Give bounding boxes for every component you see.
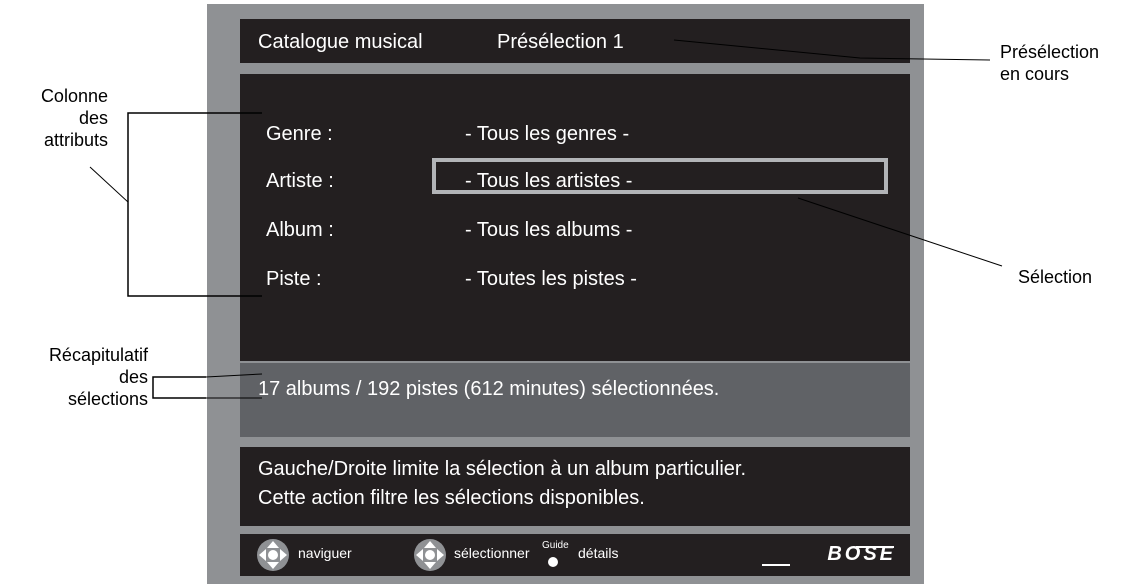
annotation-attribute-column: Colonne des attributs <box>0 85 108 151</box>
annotation-selection: Sélection <box>1018 267 1093 287</box>
annotation-selection-summary: Récapitulatif des sélections <box>0 344 148 410</box>
annotation-preset-line1: Présélection <box>1000 42 1100 62</box>
annotation-summary-line3: sélections <box>67 389 148 409</box>
annotation-summary-line2: des <box>118 367 148 387</box>
annotation-attr-line1: Colonne <box>40 86 108 106</box>
annotation-attr-line3: attributs <box>43 130 108 150</box>
annotation-current-preset: Présélection en cours <box>1000 41 1099 85</box>
annotation-summary-line1: Récapitulatif <box>48 345 148 365</box>
callout-lines <box>89 39 1003 399</box>
annotation-preset-line2: en cours <box>1000 64 1070 84</box>
annotation-attr-line2: des <box>78 108 108 128</box>
